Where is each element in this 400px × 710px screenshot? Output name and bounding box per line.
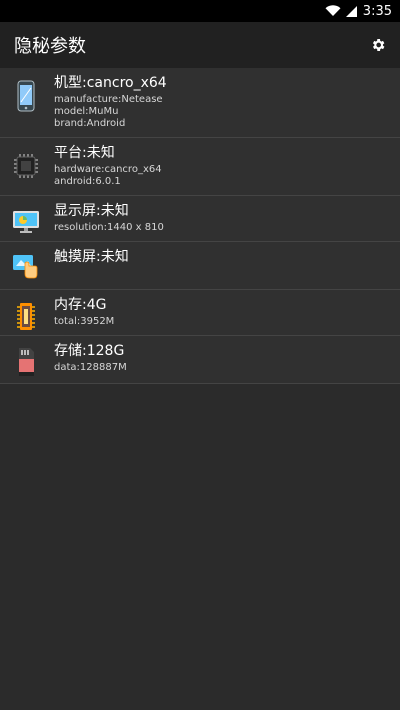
gear-icon — [372, 39, 385, 51]
status-time: 3:35 — [362, 3, 392, 19]
empty-area — [0, 384, 400, 710]
list-item-touchscreen[interactable]: 触摸屏:未知 — [0, 242, 400, 290]
monitor-icon — [13, 211, 39, 233]
chip-icon — [14, 154, 38, 178]
item-detail: android:6.0.1 — [54, 176, 121, 187]
item-title: 内存:4G — [54, 297, 107, 313]
status-bar: 3:35 — [0, 0, 400, 22]
item-title: 机型:cancro_x64 — [54, 75, 167, 91]
item-detail: data:128887M — [54, 362, 127, 373]
item-title: 触摸屏:未知 — [54, 249, 129, 265]
signal-icon — [345, 6, 357, 17]
sdcard-icon — [19, 348, 34, 376]
settings-button[interactable] — [368, 35, 388, 55]
phone-icon — [17, 80, 35, 112]
list-item-storage[interactable]: 存储:128G data:128887M — [0, 336, 400, 384]
list-item-model[interactable]: 机型:cancro_x64 manufacture:Netease model:… — [0, 68, 400, 138]
item-title: 显示屏:未知 — [54, 203, 129, 219]
item-title: 平台:未知 — [54, 145, 115, 161]
parameter-list: 机型:cancro_x64 manufacture:Netease model:… — [0, 68, 400, 384]
item-detail: model:MuMu — [54, 106, 119, 117]
list-item-platform[interactable]: 平台:未知 hardware:cancro_x64 android:6.0.1 — [0, 138, 400, 196]
touch-icon — [13, 255, 38, 279]
item-title: 存储:128G — [54, 343, 125, 359]
item-detail: resolution:1440 x 810 — [54, 222, 164, 233]
item-detail: total:3952M — [54, 316, 115, 327]
list-item-display[interactable]: 显示屏:未知 resolution:1440 x 810 — [0, 196, 400, 242]
wifi-icon — [325, 5, 341, 16]
page-title: 隐秘参数 — [14, 36, 86, 57]
item-detail: brand:Android — [54, 118, 126, 129]
memory-icon — [17, 303, 35, 330]
item-detail: manufacture:Netease — [54, 94, 163, 105]
app-bar: 隐秘参数 — [0, 22, 400, 68]
list-item-memory[interactable]: 内存:4G total:3952M — [0, 290, 400, 336]
item-detail: hardware:cancro_x64 — [54, 164, 162, 175]
